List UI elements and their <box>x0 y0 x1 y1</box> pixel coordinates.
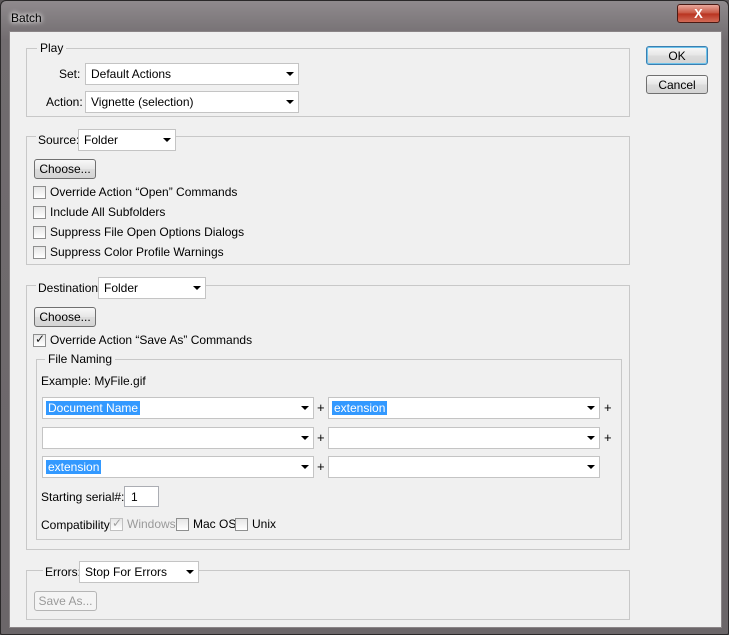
include-subfolders-checkbox[interactable]: Include All Subfolders <box>33 205 165 219</box>
source-value: Folder <box>84 133 119 147</box>
naming-field-4[interactable] <box>328 427 600 449</box>
compat-macos-label: Mac OS <box>193 517 237 531</box>
chevron-down-icon <box>286 100 294 104</box>
destination-choose-button[interactable]: Choose... <box>34 307 96 327</box>
override-open-checkbox[interactable]: Override Action “Open” Commands <box>33 185 237 199</box>
serial-value: 1 <box>131 489 138 504</box>
chevron-down-icon <box>163 138 171 142</box>
override-save-as-checkbox[interactable]: Override Action “Save As” Commands <box>33 332 253 347</box>
window-title: Batch <box>11 11 42 25</box>
checkbox-box <box>176 517 189 531</box>
save-as-button[interactable]: Save As... <box>34 591 97 611</box>
errors-label: Errors: <box>43 565 83 579</box>
batch-window: Batch X OK Cancel Play Set: Default Acti… <box>0 0 729 635</box>
file-naming-example: Example: MyFile.gif <box>41 374 146 388</box>
compat-windows-checkbox[interactable]: Windows <box>110 516 176 531</box>
chevron-down-icon <box>301 436 309 440</box>
suppress-open-dialogs-checkbox[interactable]: Suppress File Open Options Dialogs <box>33 225 244 239</box>
cancel-button[interactable]: Cancel <box>646 75 708 94</box>
naming-field-6[interactable] <box>328 456 600 478</box>
checkbox-box <box>33 185 46 199</box>
chevron-down-icon <box>301 406 309 410</box>
serial-input[interactable]: 1 <box>124 486 159 507</box>
file-naming-legend: File Naming <box>45 352 116 366</box>
compat-unix-checkbox[interactable]: Unix <box>235 517 276 531</box>
naming-field-5-value: extension <box>46 460 102 474</box>
suppress-open-dialogs-label: Suppress File Open Options Dialogs <box>50 225 245 239</box>
suppress-color-warnings-checkbox[interactable]: Suppress Color Profile Warnings <box>33 245 224 259</box>
set-select[interactable]: Default Actions <box>85 63 299 85</box>
errors-value: Stop For Errors <box>85 565 168 579</box>
naming-field-5[interactable]: extension <box>42 456 314 478</box>
checkbox-box <box>33 205 46 219</box>
set-value: Default Actions <box>91 67 172 81</box>
checkbox-box <box>33 332 46 347</box>
plus-sign: + <box>317 430 325 445</box>
checkbox-box <box>110 516 123 531</box>
override-save-as-label: Override Action “Save As” Commands <box>50 333 253 347</box>
set-label: Set: <box>59 67 81 81</box>
compat-macos-checkbox[interactable]: Mac OS <box>176 517 236 531</box>
naming-field-1-value: Document Name <box>46 401 141 415</box>
play-legend: Play <box>37 41 67 55</box>
checkbox-box <box>33 225 46 239</box>
naming-field-2-value: extension <box>332 401 388 415</box>
plus-sign: + <box>604 430 612 445</box>
dialog-client: OK Cancel Play Set: Default Actions Acti… <box>9 31 722 628</box>
destination-label: Destination: <box>36 281 104 295</box>
source-choose-button[interactable]: Choose... <box>34 159 96 179</box>
action-label: Action: <box>46 95 83 109</box>
chevron-down-icon <box>587 436 595 440</box>
action-select[interactable]: Vignette (selection) <box>85 91 299 113</box>
chevron-down-icon <box>186 570 194 574</box>
source-label: Source: <box>36 133 82 147</box>
chevron-down-icon <box>193 286 201 290</box>
naming-field-2[interactable]: extension <box>328 397 600 419</box>
include-subfolders-label: Include All Subfolders <box>50 205 166 219</box>
naming-field-1[interactable]: Document Name <box>42 397 314 419</box>
chevron-down-icon <box>587 465 595 469</box>
close-icon: X <box>694 6 703 21</box>
chevron-down-icon <box>286 72 294 76</box>
compatibility-label: Compatibility: <box>41 518 114 532</box>
errors-select[interactable]: Stop For Errors <box>79 561 199 583</box>
chevron-down-icon <box>301 465 309 469</box>
checkbox-box <box>235 517 248 531</box>
plus-sign: + <box>604 400 612 415</box>
destination-select[interactable]: Folder <box>98 277 206 299</box>
serial-label: Starting serial#: <box>41 490 125 504</box>
chevron-down-icon <box>587 406 595 410</box>
source-select[interactable]: Folder <box>78 129 176 151</box>
plus-sign: + <box>317 459 325 474</box>
checkbox-box <box>33 245 46 259</box>
override-open-label: Override Action “Open” Commands <box>50 185 238 199</box>
ok-button[interactable]: OK <box>646 46 708 65</box>
naming-field-3[interactable] <box>42 427 314 449</box>
close-button[interactable]: X <box>677 4 720 23</box>
destination-value: Folder <box>104 281 139 295</box>
compat-unix-label: Unix <box>252 517 277 531</box>
suppress-color-warnings-label: Suppress Color Profile Warnings <box>50 245 224 259</box>
action-value: Vignette (selection) <box>91 95 194 109</box>
compat-windows-label: Windows <box>127 517 176 531</box>
plus-sign: + <box>317 400 325 415</box>
